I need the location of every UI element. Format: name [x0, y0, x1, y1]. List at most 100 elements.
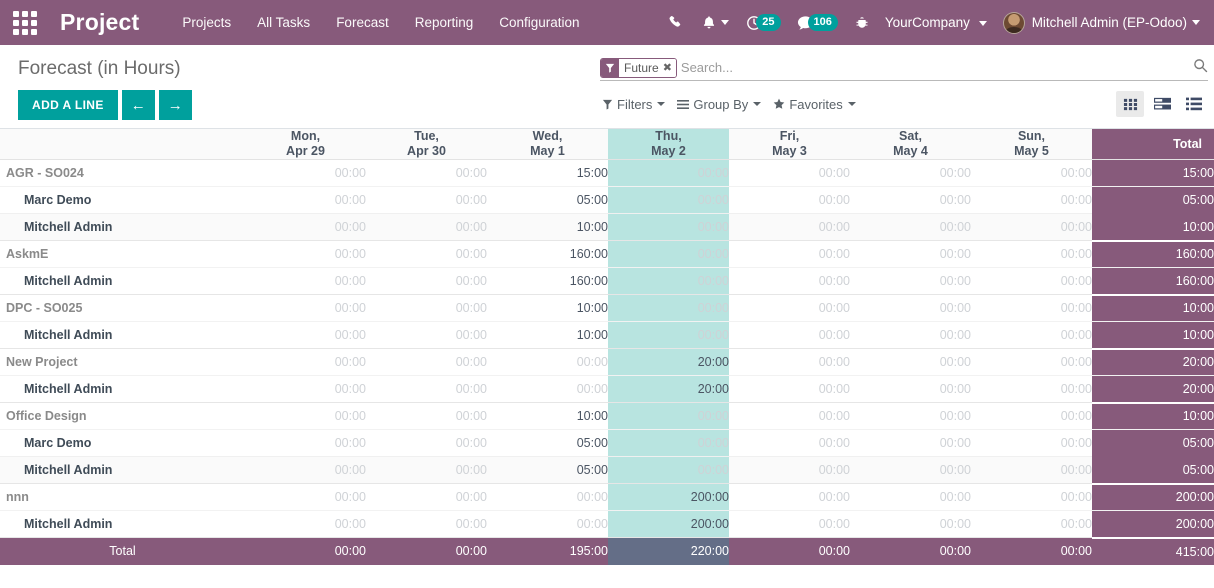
grid-cell[interactable]: 00:00 [850, 159, 971, 187]
grid-cell[interactable]: 00:00 [729, 510, 850, 538]
grid-group-label[interactable]: Office Design [0, 402, 245, 430]
grid-cell[interactable]: 00:00 [971, 402, 1092, 430]
notifications-button[interactable] [694, 11, 737, 34]
menu-item-reporting[interactable]: Reporting [402, 9, 487, 36]
grid-cell[interactable]: 00:00 [850, 402, 971, 430]
grid-cell[interactable]: 00:00 [366, 510, 487, 538]
grid-cell[interactable]: 00:00 [729, 429, 850, 457]
grid-cell[interactable]: 00:00 [608, 456, 729, 484]
grid-cell[interactable]: 160:00 [487, 267, 608, 295]
grid-cell[interactable]: 00:00 [608, 240, 729, 268]
add-a-line-button[interactable]: ADD A LINE [18, 90, 118, 120]
grid-child-label[interactable]: Mitchell Admin [0, 456, 245, 484]
grid-cell[interactable]: 00:00 [608, 402, 729, 430]
grid-cell[interactable]: 00:00 [245, 456, 366, 484]
grid-cell[interactable]: 00:00 [366, 213, 487, 241]
grid-child-label[interactable]: Mitchell Admin [0, 510, 245, 538]
search-icon[interactable] [1187, 58, 1208, 77]
grid-cell[interactable]: 00:00 [366, 456, 487, 484]
apps-menu-button[interactable] [6, 4, 44, 42]
grid-cell[interactable]: 00:00 [971, 159, 1092, 187]
grid-cell[interactable]: 00:00 [971, 267, 1092, 295]
grid-cell[interactable]: 00:00 [850, 510, 971, 538]
bug-icon[interactable] [847, 11, 877, 34]
grid-cell[interactable]: 00:00 [971, 375, 1092, 403]
groupby-dropdown[interactable]: Group By [677, 97, 762, 112]
grid-cell[interactable]: 00:00 [245, 294, 366, 322]
grid-cell[interactable]: 200:00 [608, 510, 729, 538]
grid-cell[interactable]: 00:00 [245, 321, 366, 349]
grid-cell[interactable]: 00:00 [366, 483, 487, 511]
user-menu[interactable]: Mitchell Admin (EP-Odoo) [995, 10, 1204, 36]
grid-cell[interactable]: 20:00 [608, 348, 729, 376]
grid-cell[interactable]: 00:00 [850, 186, 971, 214]
app-brand-title[interactable]: Project [60, 9, 139, 36]
grid-cell[interactable]: 00:00 [850, 429, 971, 457]
grid-cell[interactable]: 00:00 [608, 429, 729, 457]
grid-cell[interactable]: 00:00 [729, 294, 850, 322]
grid-cell[interactable]: 00:00 [850, 375, 971, 403]
remove-facet-icon[interactable]: ✖ [663, 61, 672, 74]
grid-cell[interactable]: 00:00 [971, 429, 1092, 457]
grid-cell[interactable]: 00:00 [245, 375, 366, 403]
menu-item-all-tasks[interactable]: All Tasks [244, 9, 323, 36]
grid-child-label[interactable]: Mitchell Admin [0, 375, 245, 403]
grid-cell[interactable]: 00:00 [850, 321, 971, 349]
messages-button[interactable]: 106 [790, 11, 845, 34]
favorites-dropdown[interactable]: Favorites [773, 97, 856, 112]
grid-cell[interactable]: 00:00 [850, 456, 971, 484]
grid-cell[interactable]: 00:00 [971, 213, 1092, 241]
grid-group-label[interactable]: New Project [0, 348, 245, 376]
grid-cell[interactable]: 10:00 [487, 213, 608, 241]
grid-cell[interactable]: 00:00 [971, 483, 1092, 511]
grid-cell[interactable]: 00:00 [245, 213, 366, 241]
grid-cell[interactable]: 00:00 [971, 510, 1092, 538]
menu-item-configuration[interactable]: Configuration [486, 9, 592, 36]
grid-cell[interactable]: 00:00 [729, 456, 850, 484]
next-period-button[interactable]: → [158, 90, 192, 120]
grid-cell[interactable]: 00:00 [729, 483, 850, 511]
menu-item-projects[interactable]: Projects [169, 9, 244, 36]
grid-cell[interactable]: 160:00 [487, 240, 608, 268]
grid-cell[interactable]: 00:00 [487, 375, 608, 403]
filters-dropdown[interactable]: Filters [602, 97, 666, 112]
grid-child-label[interactable]: Mitchell Admin [0, 213, 245, 241]
grid-cell[interactable]: 10:00 [487, 294, 608, 322]
grid-cell[interactable]: 00:00 [366, 375, 487, 403]
menu-item-forecast[interactable]: Forecast [323, 9, 402, 36]
activities-button[interactable]: 25 [739, 11, 787, 34]
grid-cell[interactable]: 00:00 [366, 159, 487, 187]
grid-cell[interactable]: 05:00 [487, 456, 608, 484]
grid-cell[interactable]: 00:00 [971, 321, 1092, 349]
grid-cell[interactable]: 00:00 [729, 186, 850, 214]
grid-cell[interactable]: 00:00 [245, 267, 366, 295]
grid-cell[interactable]: 00:00 [850, 348, 971, 376]
grid-cell[interactable]: 00:00 [729, 348, 850, 376]
grid-cell[interactable]: 00:00 [729, 402, 850, 430]
grid-child-label[interactable]: Mitchell Admin [0, 267, 245, 295]
grid-cell[interactable]: 00:00 [608, 186, 729, 214]
grid-cell[interactable]: 00:00 [487, 510, 608, 538]
grid-view-button[interactable] [1116, 91, 1144, 117]
grid-cell[interactable]: 05:00 [487, 429, 608, 457]
phone-icon[interactable] [661, 11, 692, 34]
grid-cell[interactable]: 00:00 [366, 240, 487, 268]
grid-cell[interactable]: 00:00 [245, 186, 366, 214]
grid-cell[interactable]: 00:00 [366, 402, 487, 430]
grid-cell[interactable]: 00:00 [366, 321, 487, 349]
grid-cell[interactable]: 00:00 [608, 321, 729, 349]
grid-cell[interactable]: 00:00 [366, 294, 487, 322]
grid-child-label[interactable]: Marc Demo [0, 429, 245, 457]
grid-cell[interactable]: 00:00 [729, 267, 850, 295]
grid-cell[interactable]: 00:00 [366, 348, 487, 376]
grid-cell[interactable]: 00:00 [850, 294, 971, 322]
grid-cell[interactable]: 10:00 [487, 402, 608, 430]
grid-cell[interactable]: 00:00 [245, 159, 366, 187]
grid-cell[interactable]: 00:00 [850, 267, 971, 295]
grid-cell[interactable]: 05:00 [487, 186, 608, 214]
grid-cell[interactable]: 00:00 [245, 429, 366, 457]
grid-group-label[interactable]: AGR - SO024 [0, 159, 245, 187]
grid-cell[interactable]: 00:00 [971, 456, 1092, 484]
grid-group-label[interactable]: nnn [0, 483, 245, 511]
grid-cell[interactable]: 00:00 [245, 240, 366, 268]
